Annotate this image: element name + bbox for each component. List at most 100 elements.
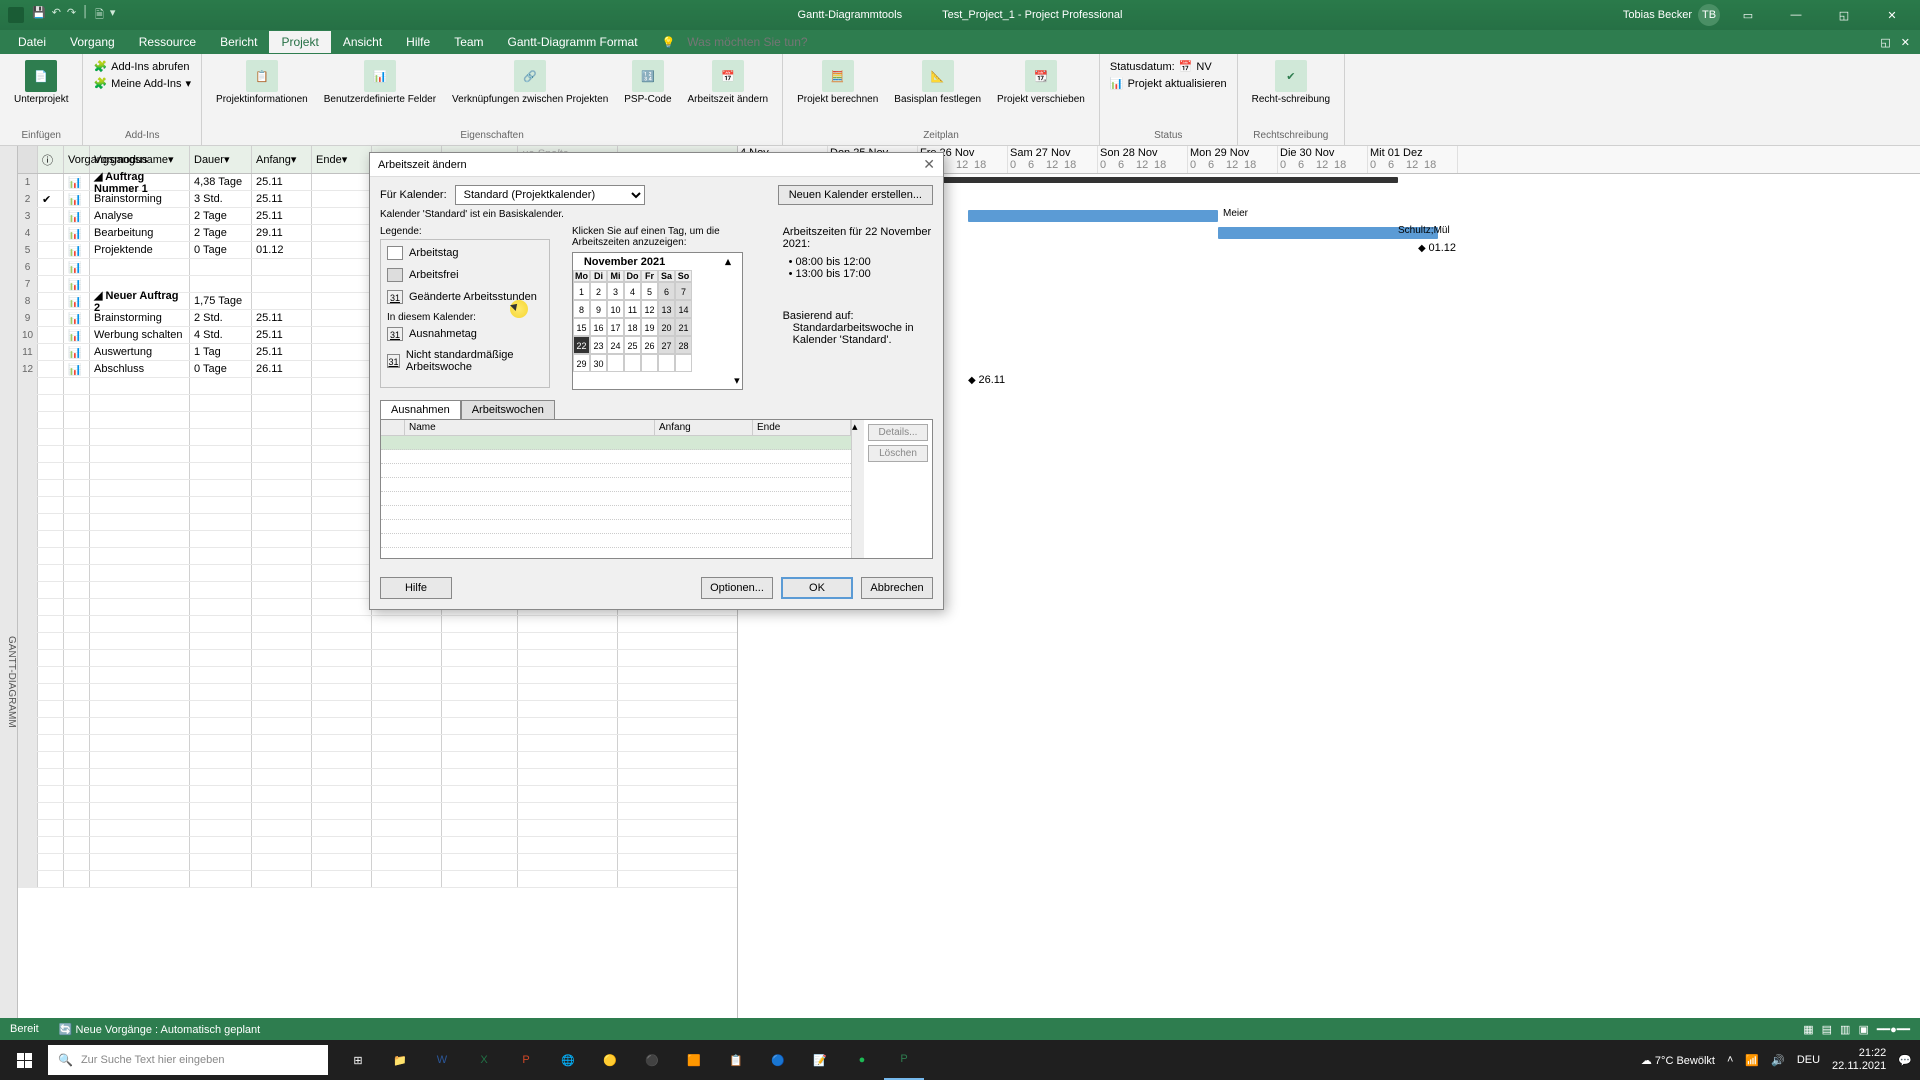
exceptions-table[interactable]: Name Anfang Ende (381, 420, 851, 558)
col-duration[interactable]: Dauer ▾ (190, 146, 252, 173)
notepad-icon[interactable]: 📝 (800, 1040, 840, 1080)
tab-datei[interactable]: Datei (6, 31, 58, 53)
notification-icon[interactable]: 💬 (1898, 1054, 1912, 1067)
tab-bericht[interactable]: Bericht (208, 31, 269, 53)
qat-dropdown-icon[interactable]: ▾ (110, 6, 116, 25)
calendar-note: Kalender 'Standard' ist ein Basiskalende… (380, 209, 933, 220)
col-start[interactable]: Anfang ▾ (252, 146, 312, 173)
legend-label: Legende: (380, 226, 550, 237)
exceptions-tab[interactable]: Ausnahmen (380, 400, 461, 419)
spotify-icon[interactable]: ● (842, 1040, 882, 1080)
titlebar: 💾 ↶ ↷ │ 🗎 ▾ Gantt-Diagrammtools Test_Pro… (0, 0, 1920, 30)
view-shortcut-icon[interactable]: ▣ (1858, 1023, 1868, 1036)
tab-ansicht[interactable]: Ansicht (331, 31, 394, 53)
view-shortcut-icon[interactable]: ▥ (1840, 1023, 1850, 1036)
view-shortcut-icon[interactable]: ▦ (1803, 1023, 1813, 1036)
taskbar-clock[interactable]: 21:2222.11.2021 (1832, 1047, 1886, 1073)
calc-project-button[interactable]: 🧮Projekt berechnen (791, 58, 884, 107)
workweeks-tab[interactable]: Arbeitswochen (461, 400, 555, 419)
addins-my-button[interactable]: 🧩 Meine Add-Ins ▾ (91, 75, 193, 92)
zoom-slider[interactable]: ━━●━━ (1877, 1023, 1910, 1036)
new-calendar-button[interactable]: Neuen Kalender erstellen... (778, 185, 933, 205)
options-button[interactable]: Optionen... (701, 577, 773, 599)
row-header-corner[interactable] (18, 146, 38, 173)
ribbon-collapse-icon[interactable]: ◱ (1880, 36, 1890, 49)
links-button[interactable]: 🔗Verknüpfungen zwischen Projekten (446, 58, 614, 107)
cancel-button[interactable]: Abbrechen (861, 577, 933, 599)
avatar: TB (1698, 4, 1720, 26)
calendar-select[interactable]: Standard (Projektkalender) (455, 185, 645, 205)
maximize-button[interactable]: ◱ (1824, 0, 1864, 30)
bar-label: Schultz;Mül (1398, 225, 1450, 236)
volume-icon[interactable]: 🔊 (1771, 1054, 1785, 1067)
weather-widget[interactable]: ☁ 7°C Bewölkt (1641, 1054, 1715, 1067)
bar-label: Meier (1223, 208, 1248, 219)
word-icon[interactable]: W (422, 1040, 462, 1080)
worktimes-for-label: Arbeitszeiten für 22 November 2021: (783, 226, 933, 250)
excel-icon[interactable]: X (464, 1040, 504, 1080)
close-button[interactable]: ✕ (1872, 0, 1912, 30)
tab-vorgang[interactable]: Vorgang (58, 31, 127, 53)
baseline-button[interactable]: 📐Basisplan festlegen (888, 58, 987, 107)
project-icon[interactable]: P (884, 1040, 924, 1080)
update-project-button[interactable]: 📊 Projekt aktualisieren (1108, 75, 1229, 92)
minimize-button[interactable]: — (1776, 0, 1816, 30)
unterprojekt-button[interactable]: 📄 Unterprojekt (8, 58, 74, 107)
tray-chevron-icon[interactable]: ˄ (1727, 1054, 1733, 1066)
redo-icon[interactable]: ↷ (67, 6, 76, 25)
doc-icon[interactable]: 🗎 (95, 6, 104, 25)
cal-down-icon[interactable]: ▾ (734, 375, 740, 387)
view-shortcut-icon[interactable]: ▤ (1822, 1023, 1832, 1036)
custom-fields-button[interactable]: 📊Benutzerdefinierte Felder (318, 58, 442, 107)
windows-search[interactable]: 🔍 Zur Suche Text hier eingeben (48, 1045, 328, 1075)
ribbon: 📄 Unterprojekt Einfügen 🧩 Add-Ins abrufe… (0, 54, 1920, 146)
language-indicator[interactable]: DEU (1797, 1054, 1820, 1066)
spellcheck-button[interactable]: ✔Recht-schreibung (1246, 58, 1336, 107)
qat-sep: │ (82, 6, 89, 25)
gantt-bar[interactable] (968, 210, 1218, 222)
wbs-button[interactable]: 🔢PSP-Code (618, 58, 677, 107)
tab-ressource[interactable]: Ressource (127, 31, 208, 53)
status-date-field[interactable]: Statusdatum: 📅 NV (1108, 58, 1229, 75)
wifi-icon[interactable]: 📶 (1745, 1054, 1759, 1067)
explorer-icon[interactable]: 📁 (380, 1040, 420, 1080)
tell-me-icon[interactable]: 💡 (662, 36, 676, 49)
tab-gantt-format[interactable]: Gantt-Diagramm Format (496, 31, 650, 53)
for-calendar-label: Für Kalender: (380, 189, 447, 201)
help-button[interactable]: Hilfe (380, 577, 452, 599)
undo-icon[interactable]: ↶ (52, 6, 61, 25)
ribbon-close-icon[interactable]: ✕ (1901, 36, 1910, 49)
powerpoint-icon[interactable]: P (506, 1040, 546, 1080)
task-view-icon[interactable]: ⊞ (338, 1040, 378, 1080)
tab-team[interactable]: Team (442, 31, 495, 53)
edge-icon[interactable]: 🔵 (758, 1040, 798, 1080)
app-icon[interactable]: 🟧 (674, 1040, 714, 1080)
mini-calendar[interactable]: November 2021▴ MoDiMiDoFrSaSo12345678910… (572, 252, 743, 390)
cal-up-icon[interactable]: ▴ (725, 255, 731, 268)
ok-button[interactable]: OK (781, 577, 853, 599)
col-indicator[interactable]: ⓘ (38, 146, 64, 173)
user-account[interactable]: Tobias Becker TB (1623, 4, 1720, 26)
col-end[interactable]: Ende ▾ (312, 146, 372, 173)
delete-button[interactable]: Löschen (868, 445, 928, 462)
move-project-button[interactable]: 📆Projekt verschieben (991, 58, 1091, 107)
start-button[interactable] (0, 1040, 48, 1080)
dialog-close-icon[interactable]: ✕ (923, 156, 935, 173)
details-button[interactable]: Details... (868, 424, 928, 441)
bar-label: ◆ 26.11 (968, 374, 1005, 386)
edge-icon[interactable]: 🌐 (548, 1040, 588, 1080)
chrome-icon[interactable]: 🟡 (590, 1040, 630, 1080)
tools-context-label: Gantt-Diagrammtools (798, 9, 903, 21)
obs-icon[interactable]: ⚫ (632, 1040, 672, 1080)
tab-projekt[interactable]: Projekt (269, 31, 330, 53)
tell-me-input[interactable] (675, 31, 875, 53)
change-worktime-button[interactable]: 📅Arbeitszeit ändern (682, 58, 775, 107)
app-icon[interactable]: 📋 (716, 1040, 756, 1080)
table-scrollbar[interactable]: ▴ (851, 420, 864, 558)
tab-hilfe[interactable]: Hilfe (394, 31, 442, 53)
col-mode[interactable]: Vorgangsmodus (64, 146, 90, 173)
addins-get-button[interactable]: 🧩 Add-Ins abrufen (91, 58, 193, 75)
project-info-button[interactable]: 📋Projektinformationen (210, 58, 314, 107)
ribbon-options-icon[interactable]: ▭ (1728, 0, 1768, 30)
save-icon[interactable]: 💾 (32, 6, 46, 25)
